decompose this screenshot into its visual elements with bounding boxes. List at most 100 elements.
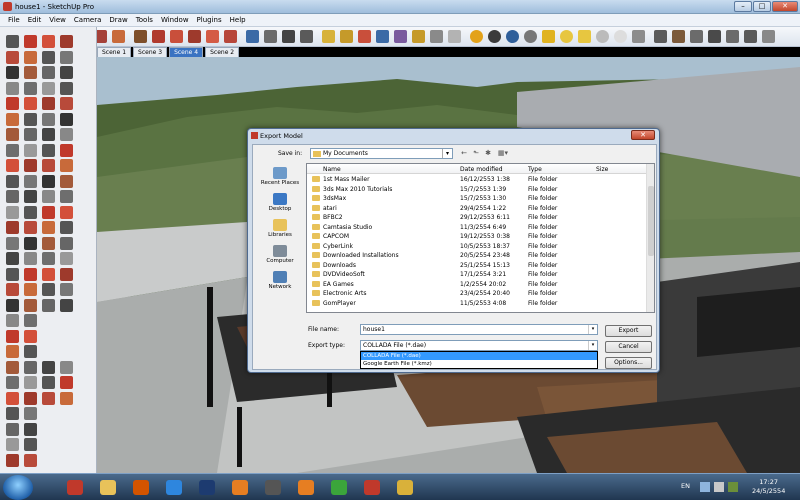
rectangle-tool-icon[interactable] xyxy=(24,422,37,436)
file-row[interactable]: 3ds Max 2010 Tutorials 15/7/2553 1:39 File… xyxy=(307,185,647,194)
line-tool-icon[interactable] xyxy=(60,50,73,64)
camera-icon[interactable] xyxy=(488,30,501,43)
s-plugin-icon[interactable] xyxy=(524,30,537,43)
paint-tool-icon[interactable] xyxy=(24,66,37,79)
file-row[interactable]: BFBC2 29/12/2553 6:11 File folder xyxy=(307,213,647,222)
pan-icon[interactable] xyxy=(264,30,277,43)
maximize-button[interactable]: □ xyxy=(753,1,771,12)
taskbar-item[interactable] xyxy=(225,476,255,499)
taskbar-item[interactable] xyxy=(192,476,222,499)
scale-tool-icon[interactable] xyxy=(42,81,55,95)
follow-me-tool-icon[interactable] xyxy=(60,190,73,203)
scale-icon[interactable] xyxy=(206,30,219,43)
menu-draw[interactable]: Draw xyxy=(105,16,131,24)
walk-tool-icon[interactable] xyxy=(42,128,55,141)
zoom-window-tool-icon[interactable] xyxy=(24,128,37,141)
scene-tab-1[interactable]: Scene 1 xyxy=(97,47,132,57)
polygon-tool-icon[interactable] xyxy=(24,50,37,64)
section-tool-icon[interactable] xyxy=(60,252,73,265)
taskbar-item[interactable] xyxy=(324,476,354,499)
share-component-icon[interactable] xyxy=(358,30,371,43)
section-tool-icon[interactable] xyxy=(24,143,37,157)
push-pull-tool-icon[interactable] xyxy=(42,66,55,79)
pencil-tool-icon[interactable] xyxy=(6,422,19,436)
view-menu-button[interactable]: ▦▾ xyxy=(495,149,511,158)
language-indicator[interactable]: EN xyxy=(681,482,690,490)
position-camera-tool-icon[interactable] xyxy=(42,391,55,405)
axes-tool-icon[interactable] xyxy=(42,221,55,234)
follow-me-tool-icon[interactable] xyxy=(24,314,37,327)
clock[interactable]: 17:27 24/5/2554 xyxy=(752,478,785,496)
tape-tool-icon[interactable] xyxy=(42,205,55,219)
column-size[interactable]: Size xyxy=(596,166,608,173)
text-tool-icon[interactable] xyxy=(24,221,37,234)
move-icon[interactable] xyxy=(152,30,165,43)
select-tool-icon[interactable] xyxy=(6,407,19,420)
zoom-extents-icon[interactable] xyxy=(300,30,313,43)
orbit-tool-icon[interactable] xyxy=(6,236,19,250)
file-row[interactable]: 3dsMax 15/7/2553 1:30 File folder xyxy=(307,194,647,203)
push-pull-tool-icon[interactable] xyxy=(6,190,19,203)
zoom-window-tool-icon[interactable] xyxy=(60,376,73,389)
text-tool-icon[interactable] xyxy=(60,97,73,110)
text-tool-icon[interactable] xyxy=(24,360,37,374)
zoom-icon[interactable] xyxy=(282,30,295,43)
scale-tool-icon[interactable] xyxy=(6,329,19,343)
protractor-tool-icon[interactable] xyxy=(6,221,19,234)
look-around-tool-icon[interactable] xyxy=(24,391,37,405)
offset-tool-icon[interactable] xyxy=(24,205,37,219)
line-tool-icon[interactable] xyxy=(24,453,37,467)
move-tool-icon[interactable] xyxy=(60,66,73,79)
place-computer[interactable]: Computer xyxy=(256,245,304,264)
m-plugin-icon[interactable] xyxy=(470,30,483,43)
file-name-input[interactable]: house1 ▾ xyxy=(360,324,598,335)
rectangle-tool-icon[interactable] xyxy=(60,35,73,48)
file-list-scrollbar[interactable] xyxy=(646,164,654,312)
circle-tool-icon[interactable] xyxy=(6,283,19,296)
file-row[interactable]: CAPCOM 19/12/2553 0:38 File folder xyxy=(307,232,647,241)
save-in-dropdown[interactable]: My Documents ▾ xyxy=(310,148,453,159)
taskbar-item[interactable] xyxy=(159,476,189,499)
orbit-tool-icon[interactable] xyxy=(6,376,19,389)
walk-tool-icon[interactable] xyxy=(6,252,19,265)
eraser-tool-icon[interactable] xyxy=(24,267,37,281)
select-tool-icon[interactable] xyxy=(42,143,55,157)
battery-icon[interactable] xyxy=(728,482,738,492)
google-earth-icon[interactable] xyxy=(376,30,389,43)
front-view-icon[interactable] xyxy=(690,30,703,43)
section-plane-icon[interactable] xyxy=(632,30,645,43)
pencil-tool-icon[interactable] xyxy=(42,35,55,48)
taskbar-item[interactable] xyxy=(60,476,90,499)
scene-tab-4[interactable]: Scene 4 xyxy=(169,47,204,57)
push-pull-icon[interactable] xyxy=(134,30,147,43)
minimize-button[interactable]: – xyxy=(734,1,752,12)
file-row[interactable]: Downloads 25/1/2554 15:13 File folder xyxy=(307,261,647,270)
position-camera-tool-icon[interactable] xyxy=(42,252,55,265)
chevron-down-icon[interactable]: ▾ xyxy=(588,341,597,350)
flag-icon[interactable] xyxy=(578,30,591,43)
file-list[interactable]: Name Date modified Type Size 1st Mass Ma… xyxy=(306,163,655,313)
paint-tool-icon[interactable] xyxy=(60,174,73,188)
interact-icon[interactable] xyxy=(448,30,461,43)
scale-tool-icon[interactable] xyxy=(6,205,19,219)
protractor-tool-icon[interactable] xyxy=(42,97,55,110)
move-tool-icon[interactable] xyxy=(60,298,73,312)
get-models-icon[interactable] xyxy=(322,30,335,43)
pencil-tool-icon[interactable] xyxy=(6,159,19,172)
pan-tool-icon[interactable] xyxy=(24,236,37,250)
rotate-tool-icon[interactable] xyxy=(42,190,55,203)
file-row[interactable]: CyberLink 10/5/2553 18:37 File folder xyxy=(307,242,647,251)
left-view-icon[interactable] xyxy=(744,30,757,43)
orbit-tool-icon[interactable] xyxy=(42,112,55,126)
column-name[interactable]: Name xyxy=(323,166,341,173)
network-tray-icon[interactable] xyxy=(700,482,710,492)
pencil-tool-icon[interactable] xyxy=(42,267,55,281)
section-tool-icon[interactable] xyxy=(60,391,73,405)
freehand-tool-icon[interactable] xyxy=(42,174,55,188)
arc-tool-icon[interactable] xyxy=(6,174,19,188)
up-folder-button[interactable]: ⬑ xyxy=(471,149,481,158)
rectangle-tool-icon[interactable] xyxy=(24,159,37,172)
share-model-icon[interactable] xyxy=(340,30,353,43)
rectangle-tool-icon[interactable] xyxy=(60,267,73,281)
home-view-icon[interactable] xyxy=(762,30,775,43)
